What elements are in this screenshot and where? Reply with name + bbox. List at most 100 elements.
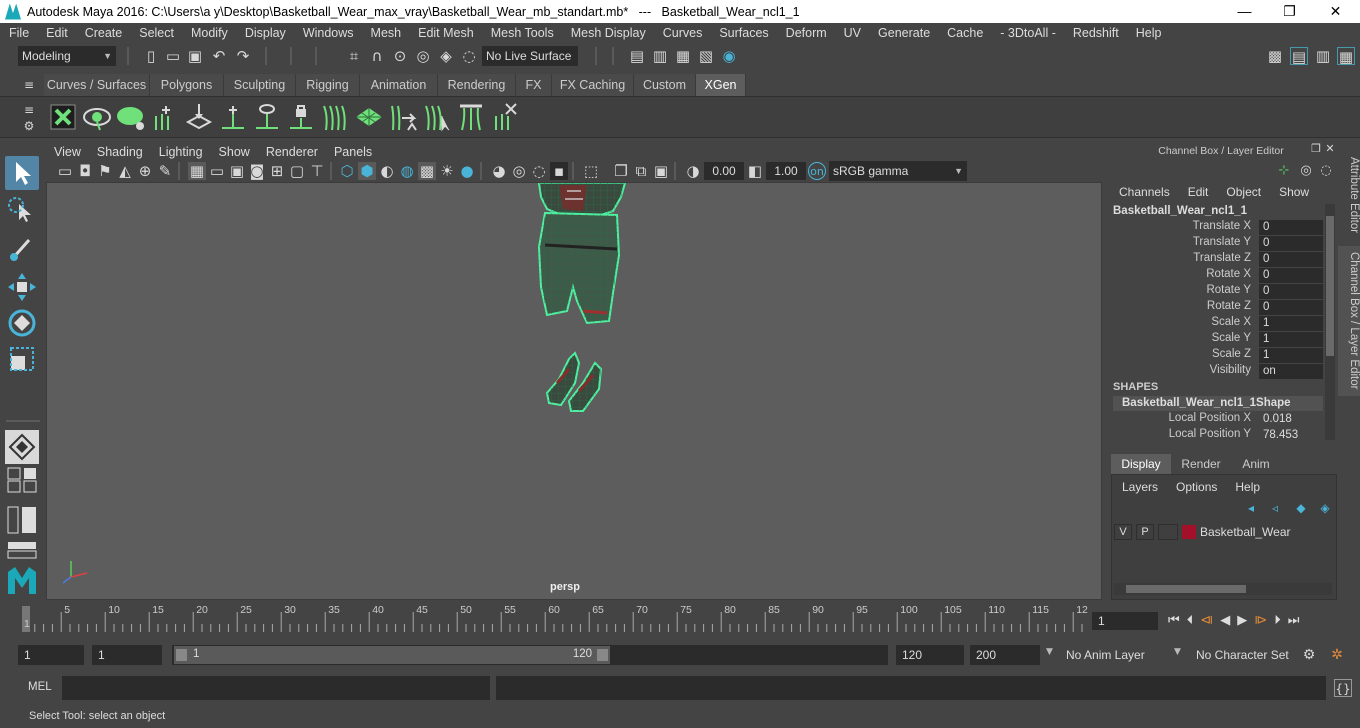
menu-mesh[interactable]: Mesh [362,26,410,40]
smooth-shade-icon[interactable]: ⬢ [358,162,376,180]
render-settings-icon[interactable]: ▧ [697,47,715,65]
gate-mask-icon[interactable]: ◙ [248,162,266,180]
layer-color-swatch[interactable] [1182,525,1196,539]
menu-cache[interactable]: Cache [938,26,991,40]
vp-menu-view[interactable]: View [46,145,89,159]
save-scene-icon[interactable]: ▣ [186,47,204,65]
auto-key-icon[interactable]: ⚙ [1300,646,1318,664]
mode-selector[interactable]: Modeling ▼ [18,46,116,66]
go-to-end-icon[interactable]: ⏭ [1288,613,1300,628]
scale-tool-icon[interactable] [5,342,39,376]
grease-pencil-icon[interactable]: ✎ [156,162,174,180]
xgen-mesh-grid-icon[interactable] [354,102,384,132]
tab-custom[interactable]: Custom [634,74,696,96]
character-set-selector[interactable]: No Character Set [1192,645,1294,665]
channel-box-option-icon[interactable]: ◎ [1297,162,1315,180]
safe-title-icon[interactable]: ⊤ [308,162,326,180]
shoes-mesh[interactable] [545,351,603,412]
layer-playback-toggle[interactable]: P [1136,524,1154,540]
xgen-add-guide-icon[interactable] [150,102,180,132]
layer-name[interactable]: Basketball_Wear [1200,525,1291,539]
paint-select-tool-icon[interactable] [5,232,39,266]
shape-name[interactable]: Basketball_Wear_ncl1_1Shape [1113,396,1323,411]
channel-box-toggle-icon[interactable]: ▦ [1337,47,1355,66]
tab-fx-caching[interactable]: FX Caching [552,74,634,96]
attr-value-field[interactable]: on [1259,364,1323,379]
tab-animation[interactable]: Animation [360,74,438,96]
open-scene-icon[interactable]: ▭ [164,47,182,65]
command-input[interactable] [62,676,490,700]
attr-value-field[interactable]: 1 [1259,332,1323,347]
attr-rotate-x[interactable]: Rotate X 0 [1113,268,1323,284]
object-name[interactable]: Basketball_Wear_ncl1_1 [1113,205,1247,217]
depth-of-field-icon[interactable]: ◌ [530,162,548,180]
menu-create[interactable]: Create [76,26,131,40]
xray-joints-icon[interactable]: ❐ [612,162,630,180]
playback-end-field[interactable]: 120 [896,645,964,665]
outliner-layout-icon[interactable] [5,504,39,536]
redo-icon[interactable]: ↷ [234,47,252,65]
layer-visibility-toggle[interactable]: V [1114,524,1132,540]
tool-settings-toggle-icon[interactable]: ▥ [1314,47,1332,65]
cb-menu-channels[interactable]: Channels [1119,185,1170,199]
camera-attributes-icon[interactable]: ◘ [76,162,94,180]
shadows-icon[interactable]: ☀ [438,162,456,180]
channel-box-axis-icon[interactable]: ⊹ [1275,162,1293,180]
go-to-start-icon[interactable]: ⏮ [1168,613,1180,628]
play-forwards-icon[interactable]: ▶ [1237,613,1247,628]
snap-point-icon[interactable]: ⊙ [391,47,409,65]
ipr-render-icon[interactable]: ▥ [651,47,669,65]
field-chart-icon[interactable]: ⊞ [268,162,286,180]
layer-row[interactable]: V P Basketball_Wear [1114,523,1332,541]
chevron-down-icon[interactable]: ▼ [1174,647,1181,657]
menu-modify[interactable]: Modify [182,26,236,40]
menu-surfaces[interactable]: Surfaces [710,26,776,40]
ipr-icon[interactable]: ▦ [674,47,692,65]
vp-menu-lighting[interactable]: Lighting [151,145,211,159]
attr-value-field[interactable]: 0 [1259,252,1323,267]
film-gate-icon[interactable]: ▭ [208,162,226,180]
menu-redshift[interactable]: Redshift [1064,26,1127,40]
tab-curves-surfaces[interactable]: Curves / Surfaces [44,74,150,96]
scrollbar-thumb[interactable] [1326,216,1334,356]
attr-scale-z[interactable]: Scale Z 1 [1113,348,1323,364]
layer-menu-layers[interactable]: Layers [1122,480,1158,494]
live-surface-field[interactable]: No Live Surface [482,46,578,66]
gamma-icon[interactable]: ◧ [746,162,764,180]
range-slider[interactable]: 1 120 [172,645,888,665]
panel-layout-icon[interactable] [5,540,39,560]
new-layer-selected-icon[interactable]: ◈ [1316,499,1334,517]
snap-live-icon[interactable]: ◌ [460,47,478,65]
maximize-button[interactable]: ❐ [1267,0,1312,23]
channel-box-scrollbar[interactable] [1325,204,1335,440]
attr-scale-y[interactable]: Scale Y 1 [1113,332,1323,348]
tab-fx[interactable]: FX [516,74,552,96]
2d-pan-zoom-icon[interactable]: ⊕ [136,162,154,180]
step-forward-frame-icon[interactable]: ⏵ [1274,613,1281,628]
xgen-move-guide-icon[interactable] [184,102,214,132]
move-tool-icon[interactable] [5,270,39,304]
menu-3dtoall[interactable]: - 3DtoAll - [991,26,1064,40]
snap-view-icon[interactable]: ◎ [414,47,432,65]
xgen-hair-icon[interactable] [320,102,350,132]
attr-translate-z[interactable]: Translate Z 0 [1113,252,1323,268]
xgen-delete-guides-icon[interactable] [490,102,520,132]
attr-scale-x[interactable]: Scale X 1 [1113,316,1323,332]
attr-value-field[interactable]: 78.453 [1259,428,1323,443]
attr-visibility[interactable]: Visibility on [1113,364,1323,380]
wireframe-icon[interactable]: ⬡ [338,162,356,180]
shorts-mesh[interactable] [537,211,621,325]
menu-windows[interactable]: Windows [294,26,362,40]
menu-edit-mesh[interactable]: Edit Mesh [409,26,482,40]
cb-menu-show[interactable]: Show [1279,185,1309,199]
attr-value-field[interactable]: 0 [1259,300,1323,315]
menu-curves[interactable]: Curves [654,26,711,40]
move-layer-down-icon[interactable]: ◃ [1266,499,1284,517]
menu-edit[interactable]: Edit [37,26,76,40]
menu-mesh-tools[interactable]: Mesh Tools [482,26,562,40]
attr-value-field[interactable]: 0 [1259,236,1323,251]
attr-rotate-z[interactable]: Rotate Z 0 [1113,300,1323,316]
step-back-key-icon[interactable]: ⧏ [1200,613,1213,628]
multisample-aa-icon[interactable]: ◎ [510,162,528,180]
menu-generate[interactable]: Generate [869,26,938,40]
